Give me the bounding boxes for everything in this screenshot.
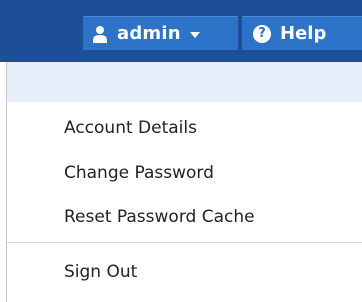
help-button[interactable]: ? Help — [242, 16, 362, 50]
user-menu-label: admin — [117, 23, 181, 44]
user-menu-button[interactable]: admin — [83, 16, 238, 50]
question-circle-icon: ? — [253, 24, 271, 43]
menu-header — [7, 62, 362, 102]
menu-item-change-password[interactable]: Change Password — [64, 163, 214, 183]
help-label: Help — [280, 23, 327, 44]
caret-down-icon — [189, 31, 200, 38]
menu-divider — [7, 242, 362, 243]
app-root: admin ? Help Account Details Change Pass… — [0, 0, 362, 302]
user-icon — [93, 25, 107, 43]
user-dropdown-menu: Account Details Change Password Reset Pa… — [6, 62, 362, 302]
top-navigation-bar: admin ? Help — [0, 0, 362, 62]
menu-item-sign-out[interactable]: Sign Out — [64, 262, 137, 282]
menu-item-account-details[interactable]: Account Details — [64, 118, 197, 138]
menu-item-reset-password-cache[interactable]: Reset Password Cache — [64, 207, 255, 227]
